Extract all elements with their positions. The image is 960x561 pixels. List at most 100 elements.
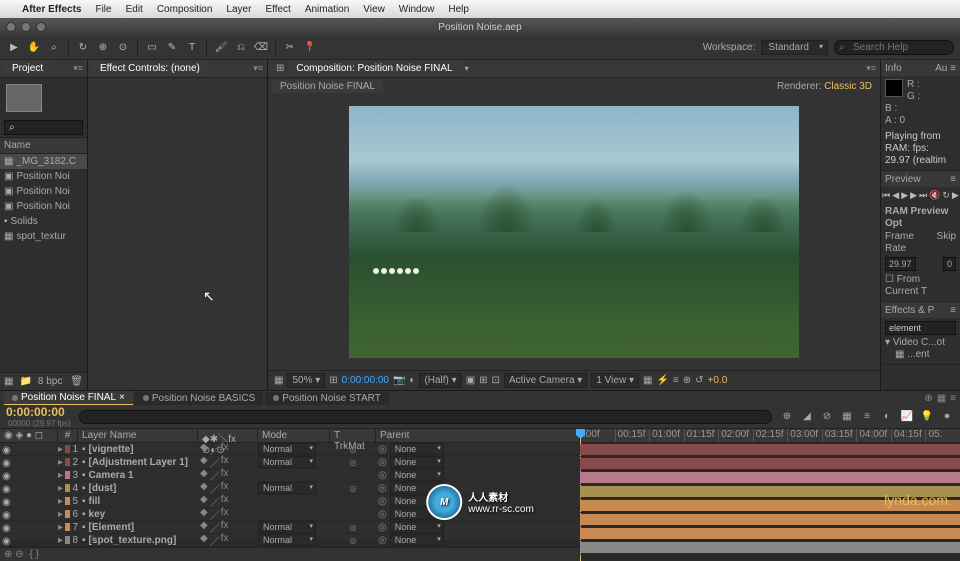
camera-tool-icon[interactable]: ⊕ bbox=[95, 40, 111, 56]
frame-blend-icon[interactable]: ≡ bbox=[860, 411, 874, 422]
pickwhip-icon[interactable]: ◎ bbox=[378, 483, 387, 494]
visibility-icon[interactable]: ◉ bbox=[2, 497, 10, 505]
mute-icon[interactable]: 🔇 bbox=[929, 189, 940, 201]
camera-dropdown[interactable]: Active Camera ▾ bbox=[504, 373, 587, 388]
panel-menu-icon[interactable]: ▾≡ bbox=[73, 63, 83, 74]
timeline-track-area[interactable]: :00f00:15f01:00f01:15f02:00f02:15f03:00f… bbox=[580, 429, 960, 561]
blend-mode-dropdown[interactable]: Normal bbox=[258, 482, 316, 494]
brush-tool-icon[interactable]: 🖌 bbox=[213, 40, 229, 56]
visibility-icon[interactable]: ◉ bbox=[2, 484, 10, 492]
interpret-icon[interactable]: ▦ bbox=[4, 376, 13, 387]
roi-icon[interactable]: ▣ bbox=[466, 375, 475, 386]
panel-menu-icon[interactable]: ▾≡ bbox=[866, 63, 876, 74]
blend-mode-dropdown[interactable]: Normal bbox=[258, 443, 316, 455]
snapshot-icon[interactable]: 📷 bbox=[393, 375, 405, 386]
panel-menu-icon[interactable]: ▾≡ bbox=[253, 63, 263, 74]
hand-tool-icon[interactable]: ✋ bbox=[26, 40, 42, 56]
layer-color[interactable] bbox=[65, 484, 70, 492]
grid-icon[interactable]: ⊞ bbox=[479, 375, 487, 386]
layer-bar[interactable] bbox=[580, 486, 960, 497]
comp-flow-icon[interactable]: ⊕ bbox=[683, 375, 691, 386]
menu-effect[interactable]: Effect bbox=[265, 4, 290, 15]
workspace-dropdown[interactable]: Standard bbox=[761, 40, 828, 55]
timeline-tab[interactable]: Position Noise START bbox=[265, 392, 389, 405]
fast-preview-icon[interactable]: ⚡ bbox=[656, 375, 668, 386]
bpc-toggle[interactable]: 8 bpc bbox=[38, 376, 62, 387]
prev-frame-icon[interactable]: ◀ bbox=[892, 189, 899, 201]
rotate-tool-icon[interactable]: ↻ bbox=[75, 40, 91, 56]
layer-bar[interactable] bbox=[580, 542, 960, 553]
guides-icon[interactable]: ⊡ bbox=[492, 375, 500, 386]
project-search-input[interactable] bbox=[4, 120, 83, 135]
trash-icon[interactable]: 🗑 bbox=[70, 376, 83, 387]
channel-icon[interactable]: ◐ bbox=[409, 375, 415, 386]
ram-preview-icon[interactable]: ▶ bbox=[952, 189, 959, 201]
brainstorm-icon[interactable]: 💡 bbox=[920, 411, 934, 422]
project-item[interactable]: ▣Position Noi bbox=[0, 169, 87, 184]
effects-panel-tab[interactable]: Effects & P bbox=[885, 305, 934, 316]
layer-bar[interactable] bbox=[580, 528, 960, 539]
project-column-name[interactable]: Name bbox=[0, 137, 87, 154]
toggle-alpha-icon[interactable]: ▦ bbox=[274, 375, 283, 386]
timeline-layer[interactable]: ◉ ▸3 ▪Camera 1 ◆／fx ◎None bbox=[0, 469, 580, 482]
expand-panes-icon[interactable]: { } bbox=[30, 549, 39, 560]
eraser-tool-icon[interactable]: ⌫ bbox=[253, 40, 269, 56]
comp-button-icon[interactable]: ⊕ bbox=[780, 411, 794, 422]
timeline-layer[interactable]: ◉ ▸7 ▪[Element] ◆／fx Normal ◎ ◎None bbox=[0, 521, 580, 534]
pickwhip-icon[interactable]: ◎ bbox=[378, 457, 387, 468]
menu-view[interactable]: View bbox=[363, 4, 385, 15]
timeline-layer[interactable]: ◉ ▸5 ▪fill ◆／fx ◎None bbox=[0, 495, 580, 508]
search-help-input[interactable]: Search Help bbox=[834, 40, 954, 55]
blend-mode-dropdown[interactable]: Normal bbox=[258, 534, 316, 546]
comp-flow-icon[interactable]: ⊕ bbox=[924, 393, 932, 404]
text-tool-icon[interactable]: T bbox=[184, 40, 200, 56]
comp-mini-icon[interactable]: ▦ bbox=[937, 393, 946, 404]
blur-icon[interactable]: ⊘ bbox=[820, 411, 834, 422]
layer-bar[interactable] bbox=[580, 444, 960, 455]
timeline-search-input[interactable] bbox=[79, 410, 772, 424]
pickwhip-icon[interactable]: ◎ bbox=[378, 444, 387, 455]
blend-mode-dropdown[interactable]: Normal bbox=[258, 456, 316, 468]
clone-tool-icon[interactable]: ⎌ bbox=[233, 40, 249, 56]
roto-tool-icon[interactable]: ✂ bbox=[282, 40, 298, 56]
composition-tab[interactable]: Composition: Position Noise FINAL bbox=[288, 61, 460, 76]
close-icon[interactable] bbox=[6, 22, 16, 32]
preview-panel-tab[interactable]: Preview bbox=[885, 174, 921, 185]
timeline-ruler[interactable]: :00f00:15f01:00f01:15f02:00f02:15f03:00f… bbox=[580, 429, 960, 443]
menu-help[interactable]: Help bbox=[448, 4, 469, 15]
parent-dropdown[interactable]: None bbox=[390, 456, 444, 468]
views-dropdown[interactable]: 1 View ▾ bbox=[591, 373, 639, 388]
loop-icon[interactable]: ↻ bbox=[942, 189, 950, 201]
info-panel-tab[interactable]: Info bbox=[885, 63, 902, 74]
layer-bar[interactable] bbox=[580, 500, 960, 511]
pickwhip-icon[interactable]: ◎ bbox=[378, 496, 387, 507]
pen-tool-icon[interactable]: ✎ bbox=[164, 40, 180, 56]
timeline-layer[interactable]: ◉ ▸2 ▪[Adjustment Layer 1] ◆／fx Normal ◎… bbox=[0, 456, 580, 469]
pixel-ar-icon[interactable]: ▦ bbox=[643, 375, 652, 386]
res-icon[interactable]: ⊞ bbox=[329, 375, 337, 386]
composition-viewer[interactable] bbox=[268, 94, 880, 370]
effects-group[interactable]: Video C...ot bbox=[893, 337, 945, 348]
folder-icon[interactable]: 📁 bbox=[19, 376, 31, 387]
project-item[interactable]: ▪Solids bbox=[0, 214, 87, 229]
timeline-layer[interactable]: ◉ ▸8 ▪[spot_texture.png] ◆／fx Normal ◎ ◎… bbox=[0, 534, 580, 547]
pan-behind-tool-icon[interactable]: ⊙ bbox=[115, 40, 131, 56]
zoom-dropdown[interactable]: 50% ▾ bbox=[287, 373, 325, 388]
from-current-checkbox[interactable]: ☐ bbox=[885, 274, 894, 285]
layer-color[interactable] bbox=[65, 471, 70, 479]
framerate-input[interactable]: 29.97 bbox=[885, 257, 916, 271]
project-item[interactable]: ▣Position Noi bbox=[0, 184, 87, 199]
layer-color[interactable] bbox=[65, 536, 70, 544]
project-item[interactable]: ▦spot_textur bbox=[0, 229, 87, 244]
visibility-icon[interactable]: ◉ bbox=[2, 458, 10, 466]
timeline-icon[interactable]: ≡ bbox=[673, 375, 679, 386]
menu-file[interactable]: File bbox=[95, 4, 111, 15]
play-icon[interactable]: ▶ bbox=[901, 189, 908, 201]
effects-search-input[interactable] bbox=[885, 321, 956, 335]
menu-edit[interactable]: Edit bbox=[126, 4, 143, 15]
skip-input[interactable]: 0 bbox=[943, 257, 956, 271]
panel-menu-icon[interactable]: ≡ bbox=[950, 305, 956, 316]
menu-layer[interactable]: Layer bbox=[226, 4, 251, 15]
last-frame-icon[interactable]: ⏭ bbox=[919, 189, 927, 201]
viewer-timecode[interactable]: 0:00:00:00 bbox=[342, 375, 389, 386]
